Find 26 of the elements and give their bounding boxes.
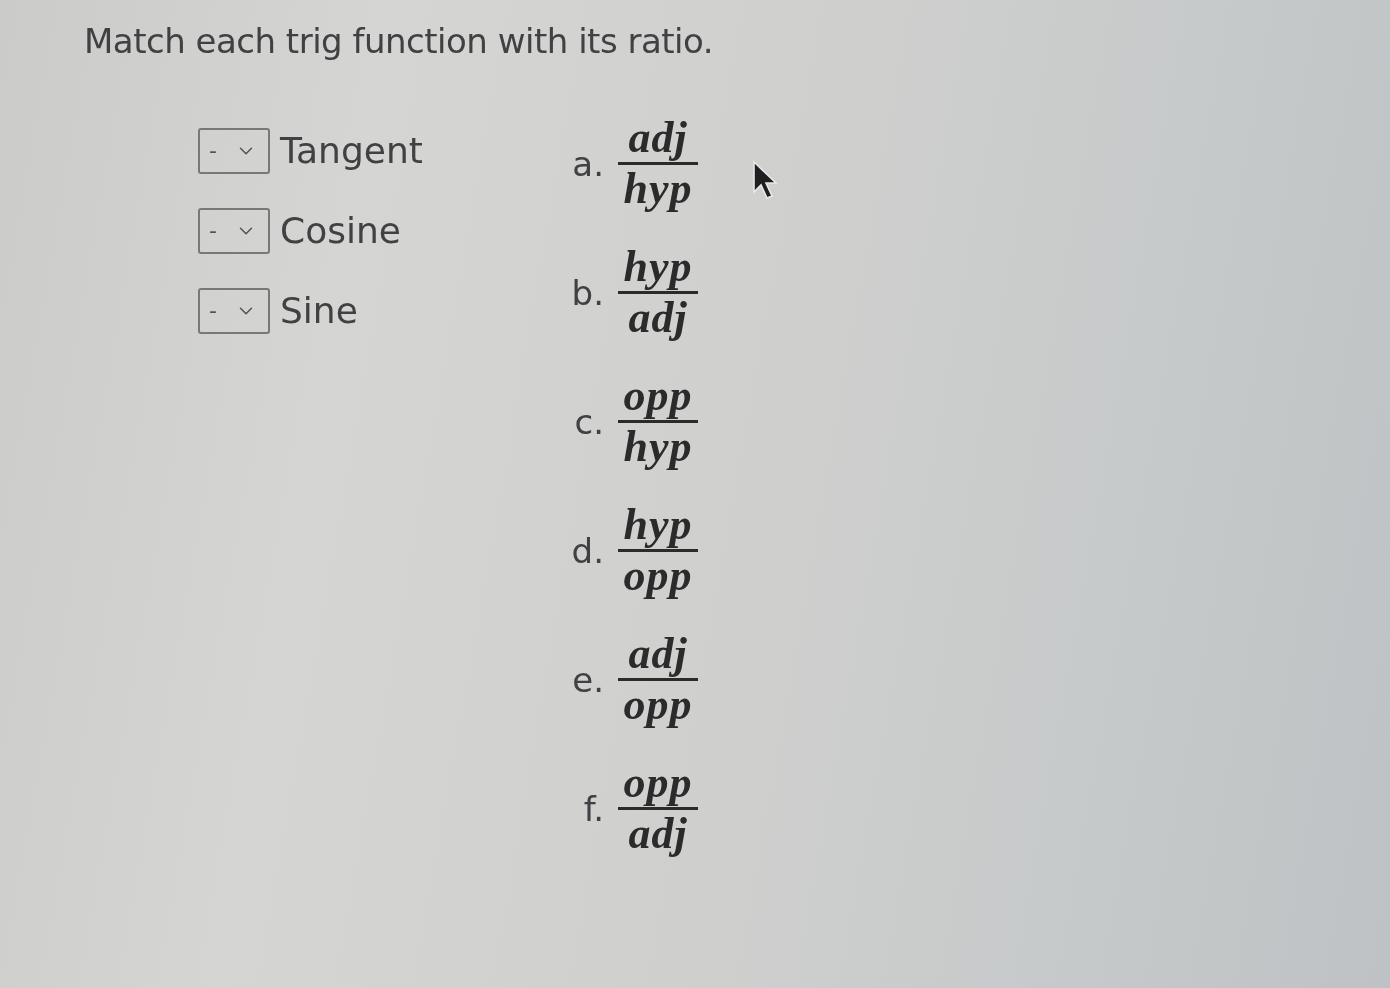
- fraction-numerator: hyp: [622, 501, 694, 549]
- option-letter: c.: [573, 401, 604, 442]
- option-letter: e.: [571, 659, 604, 700]
- fraction-denominator: opp: [622, 681, 694, 729]
- question-prompt: Match each trig function with its ratio.: [84, 20, 714, 63]
- option-letter: b.: [570, 272, 604, 313]
- select-dropdown[interactable]: -: [198, 288, 270, 334]
- fraction-numerator: adj: [627, 114, 689, 162]
- select-dropdown[interactable]: -: [198, 208, 270, 254]
- function-label: Cosine: [280, 209, 401, 253]
- fraction-denominator: opp: [622, 552, 694, 600]
- function-label: Tangent: [280, 129, 423, 173]
- mouse-pointer-icon: [752, 160, 780, 200]
- fraction-numerator: hyp: [622, 243, 694, 291]
- fraction-denominator: adj: [627, 294, 689, 342]
- fraction-numerator: opp: [622, 372, 694, 420]
- fraction-numerator: adj: [627, 630, 689, 678]
- fraction-denominator: hyp: [622, 165, 694, 213]
- option-letter: d.: [570, 530, 604, 571]
- fraction-denominator: hyp: [622, 423, 694, 471]
- fraction-denominator: adj: [627, 810, 689, 858]
- select-dropdown[interactable]: -: [198, 128, 270, 174]
- option-letter: a.: [571, 143, 604, 184]
- option-letter: f.: [582, 788, 604, 829]
- fraction-numerator: opp: [622, 759, 694, 807]
- function-label: Sine: [280, 289, 358, 333]
